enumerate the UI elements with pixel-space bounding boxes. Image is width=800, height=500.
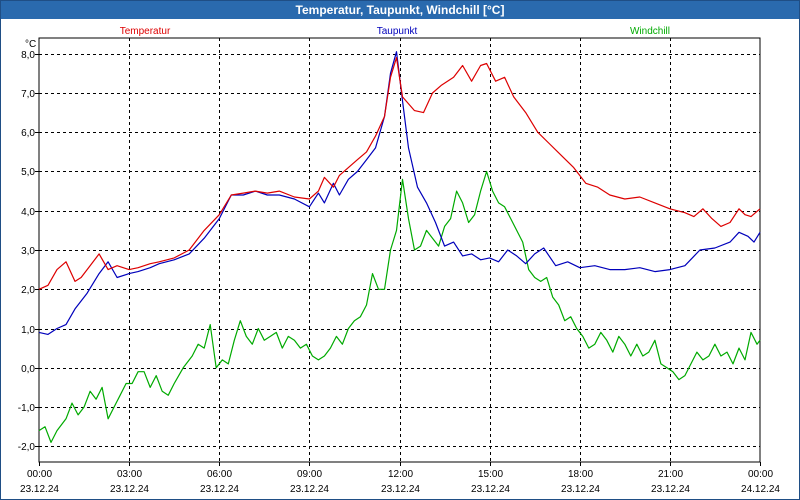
x-tick-time-label: 21:00	[658, 469, 683, 480]
x-tick-date-label: 23.12.24	[651, 484, 690, 495]
x-tick-date-label: 23.12.24	[471, 484, 510, 495]
x-tick-date-label: 23.12.24	[561, 484, 600, 495]
x-axis: 00:00 23.12.24 03:00 23.12.24 06:00 23.12.24 0…	[20, 462, 780, 495]
y-axis: -2,0 -1,0 0,0 1,0 2,0 3,0 4,0 5,0 6,0 7,0 8,0	[18, 50, 39, 453]
x-tick-date-label: 23.12.24	[20, 484, 59, 495]
y-tick-label: -2,0	[18, 442, 36, 453]
x-tick-date-label: 23.12.24	[200, 484, 239, 495]
y-tick-label: 3,0	[21, 246, 35, 257]
legend-item-windchill: Windchill	[630, 26, 670, 37]
y-tick-label: 7,0	[21, 89, 35, 100]
x-tick-time-label: 06:00	[207, 469, 232, 480]
x-tick-date-label: 24.12.24	[741, 484, 780, 495]
y-tick-label: 4,0	[21, 207, 35, 218]
y-axis-unit-label: °C	[25, 39, 36, 50]
x-tick-date-label: 23.12.24	[290, 484, 329, 495]
legend: Temperatur Taupunkt Windchill	[120, 26, 670, 37]
y-tick-label: 5,0	[21, 167, 35, 178]
legend-item-temperatur: Temperatur	[120, 26, 171, 37]
legend-item-taupunkt: Taupunkt	[377, 26, 418, 37]
y-tick-label: 6,0	[21, 128, 35, 139]
x-tick-time-label: 15:00	[478, 469, 503, 480]
y-tick-label: 2,0	[21, 285, 35, 296]
x-tick-time-label: 00:00	[748, 469, 773, 480]
x-tick-time-label: 09:00	[297, 469, 322, 480]
x-tick-time-label: 18:00	[568, 469, 593, 480]
y-tick-label: -1,0	[18, 403, 36, 414]
x-tick-time-label: 00:00	[27, 469, 52, 480]
y-tick-label: 8,0	[21, 50, 35, 61]
x-tick-date-label: 23.12.24	[381, 484, 420, 495]
x-tick-date-label: 23.12.24	[110, 484, 149, 495]
y-tick-label: 0,0	[21, 364, 35, 375]
chart-svg: -2,0 -1,0 0,0 1,0 2,0 3,0 4,0 5,0 6,0 7,0 8,0 00:0…	[18, 26, 781, 495]
x-tick-time-label: 12:00	[388, 469, 413, 480]
y-tick-label: 1,0	[21, 325, 35, 336]
x-tick-time-label: 03:00	[117, 469, 142, 480]
